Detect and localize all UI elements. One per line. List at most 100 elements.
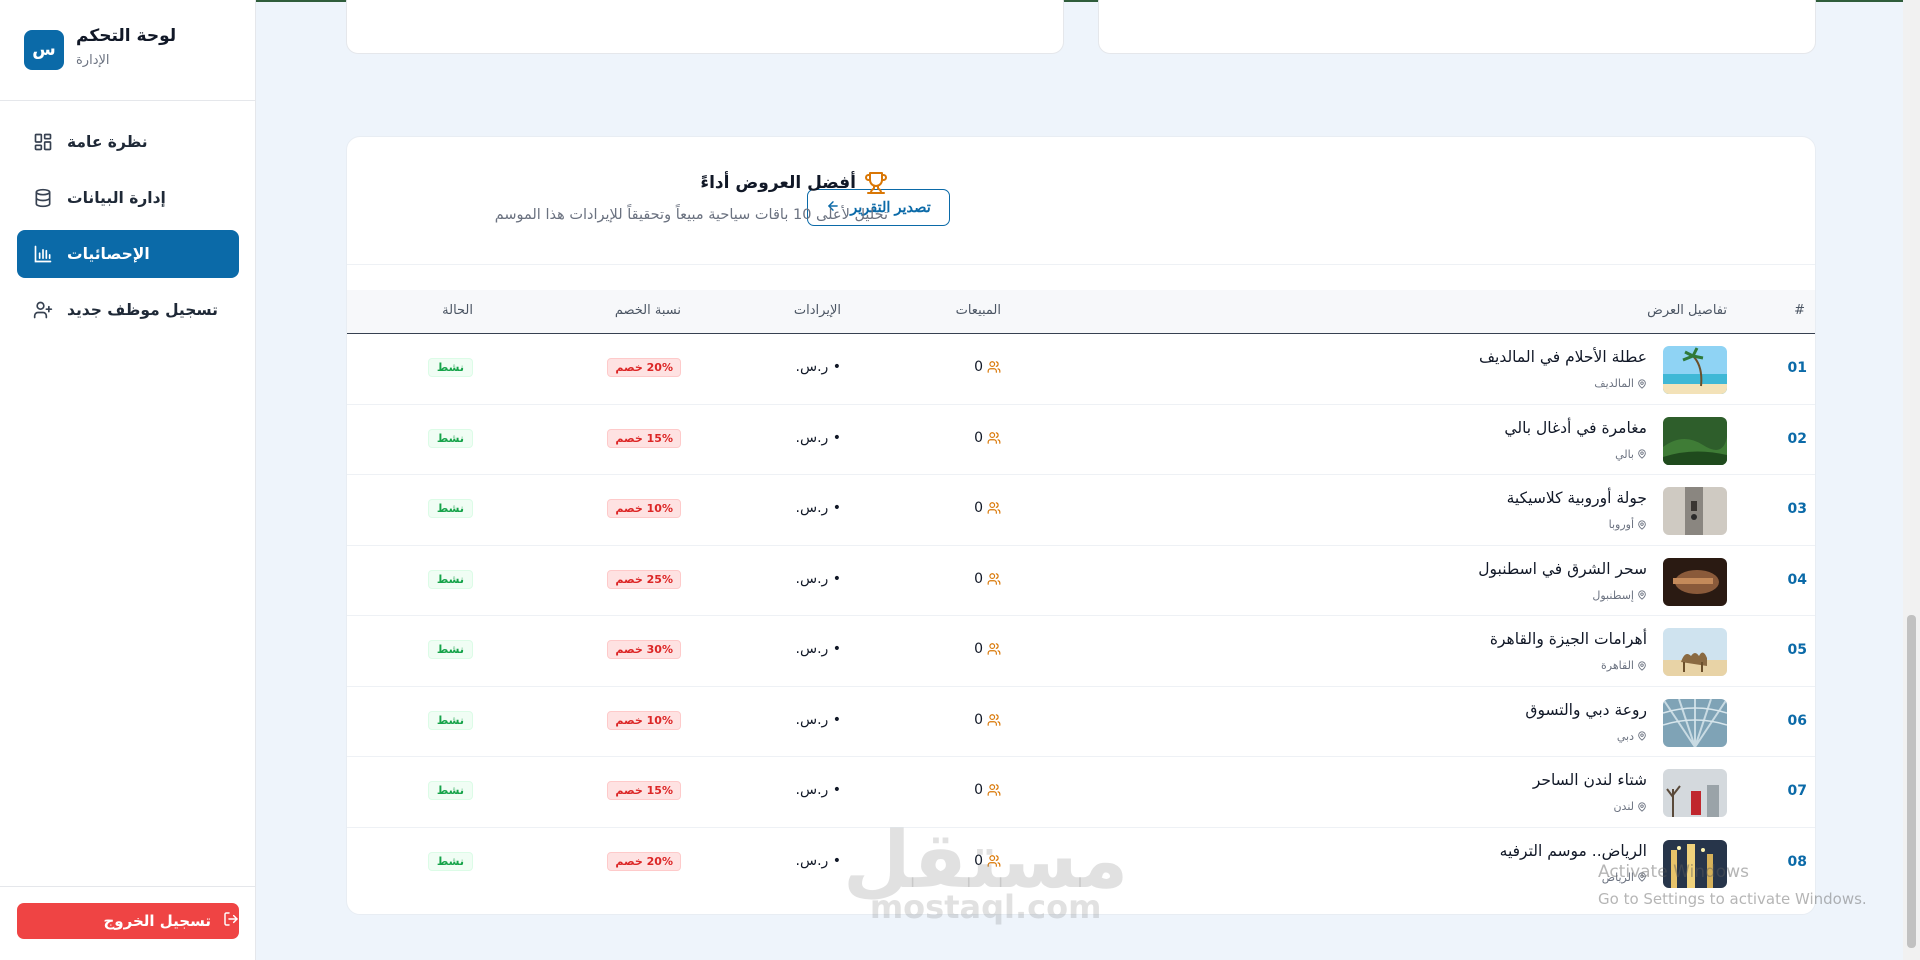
status-badge: نشط bbox=[427, 358, 473, 377]
offer-revenue: • ر.س. bbox=[795, 852, 841, 869]
offer-location: القاهرة bbox=[1601, 659, 1647, 672]
discount-badge: 30% خصم bbox=[607, 640, 681, 659]
offer-thumbnail bbox=[1663, 346, 1727, 394]
table-row: 03 جولة أوروبية كلاسيكية أوروبا 0 • ر.س.… bbox=[347, 475, 1815, 546]
discount-badge: 15% خصم bbox=[607, 428, 681, 448]
offer-sales: 0 bbox=[974, 782, 1001, 798]
discount-badge: 25% خصم bbox=[607, 569, 681, 589]
discount-badge: 10% خصم bbox=[607, 710, 681, 730]
offer-revenue: • ر.س. bbox=[795, 782, 841, 798]
page-scrollbar[interactable] bbox=[1903, 0, 1920, 960]
users-icon bbox=[987, 783, 1001, 797]
map-pin-icon bbox=[1637, 449, 1647, 459]
users-icon bbox=[987, 501, 1001, 515]
column-header-discount: نسبة الخصم bbox=[614, 303, 681, 318]
activate-windows-title: Activate Windows bbox=[1598, 862, 1749, 882]
scrollbar-thumb[interactable] bbox=[1907, 615, 1916, 948]
offer-title: عطلة الأحلام في المالديف bbox=[1478, 348, 1647, 366]
map-pin-icon bbox=[1637, 731, 1647, 741]
logout-icon bbox=[223, 911, 239, 931]
status-badge: نشط bbox=[427, 569, 473, 589]
map-pin-icon bbox=[1637, 660, 1647, 671]
offer-revenue: • ر.س. bbox=[795, 500, 841, 516]
sidebar-item-data-management[interactable]: إدارة البيانات bbox=[17, 174, 239, 222]
sidebar-item-overview[interactable]: نظرة عامة bbox=[17, 118, 239, 166]
status-badge: نشط bbox=[427, 428, 473, 448]
table-row: 07 شتاء لندن الساحر لندن 0 • ر.س. 15% خص… bbox=[347, 757, 1815, 828]
offer-location: لندن bbox=[1613, 800, 1647, 813]
sidebar-item-label: الإحصائيات bbox=[67, 245, 150, 263]
column-header-status: الحالة bbox=[442, 303, 473, 318]
offer-sales-value: 0 bbox=[974, 359, 983, 375]
table-row: 04 سحر الشرق في اسطنبول إسطنبول 0 • ر.س.… bbox=[347, 546, 1815, 616]
bar-chart-icon bbox=[33, 244, 53, 264]
offer-location-label: لندن bbox=[1613, 800, 1634, 813]
offer-sales: 0 bbox=[974, 430, 1001, 446]
status-badge: نشط bbox=[427, 499, 473, 518]
sidebar-divider bbox=[0, 886, 256, 887]
logout-button[interactable]: تسجيل الخروج bbox=[17, 903, 239, 939]
offer-location: إسطنبول bbox=[1592, 589, 1647, 602]
map-pin-icon bbox=[1637, 378, 1647, 389]
stats-card-partial bbox=[1098, 0, 1816, 54]
offer-title: سحر الشرق في اسطنبول bbox=[1478, 559, 1647, 578]
sidebar-item-label: تسجيل موظف جديد bbox=[67, 301, 218, 319]
offer-sales: 0 bbox=[974, 853, 1001, 869]
offer-sales: 0 bbox=[974, 641, 1001, 657]
offer-title: شتاء لندن الساحر bbox=[1532, 771, 1647, 789]
database-icon bbox=[33, 188, 53, 208]
table-row: 02 مغامرة في أدغال بالي بالي 0 • ر.س. 15… bbox=[347, 405, 1815, 475]
stats-card-partial bbox=[346, 0, 1064, 54]
column-header-revenue: الإيرادات bbox=[793, 303, 841, 318]
users-icon bbox=[987, 431, 1001, 445]
offer-sales-value: 0 bbox=[974, 500, 983, 516]
offer-location-label: دبي bbox=[1616, 729, 1634, 743]
offer-thumbnail bbox=[1663, 769, 1727, 817]
card-title: أفضل العروض أداءً bbox=[700, 173, 856, 193]
map-pin-icon bbox=[1637, 590, 1647, 600]
offer-sales: 0 bbox=[974, 500, 1001, 516]
offer-revenue: • ر.س. bbox=[795, 359, 841, 375]
discount-badge: 20% خصم bbox=[607, 358, 681, 377]
sidebar-item-register-employee[interactable]: تسجيل موظف جديد bbox=[17, 286, 239, 334]
offer-sales: 0 bbox=[974, 571, 1001, 587]
offer-location: دبي bbox=[1617, 730, 1647, 743]
offer-title: جولة أوروبية كلاسيكية bbox=[1506, 489, 1647, 507]
offer-sales: 0 bbox=[974, 359, 1001, 375]
offer-title: روعة دبي والتسوق bbox=[1525, 700, 1647, 719]
offer-title: أهرامات الجيزة والقاهرة bbox=[1489, 630, 1647, 648]
row-number: 06 bbox=[1787, 712, 1807, 729]
row-number: 07 bbox=[1787, 783, 1807, 799]
offer-sales: 0 bbox=[974, 712, 1001, 728]
sidebar-item-statistics[interactable]: الإحصائيات bbox=[17, 230, 239, 278]
user-plus-icon bbox=[33, 300, 53, 320]
table-row: 05 أهرامات الجيزة والقاهرة القاهرة 0 • ر… bbox=[347, 616, 1815, 687]
status-badge: نشط bbox=[427, 781, 473, 800]
row-number: 02 bbox=[1787, 430, 1807, 447]
table-row: 06 روعة دبي والتسوق دبي 0 • ر.س. 10% خصم… bbox=[347, 687, 1815, 757]
map-pin-icon bbox=[1637, 801, 1647, 812]
brand-avatar: س bbox=[24, 30, 64, 70]
status-badge: نشط bbox=[427, 710, 473, 730]
status-badge: نشط bbox=[427, 851, 473, 871]
offer-revenue: • ر.س. bbox=[795, 429, 841, 446]
top-offers-card: تصدير التقرير أفضل العروض أداءً تحليل لأ… bbox=[346, 136, 1816, 915]
users-icon bbox=[987, 572, 1001, 586]
users-icon bbox=[987, 713, 1001, 727]
row-number: 01 bbox=[1787, 360, 1807, 376]
card-header: تصدير التقرير أفضل العروض أداءً تحليل لأ… bbox=[347, 137, 1815, 265]
trophy-icon bbox=[864, 171, 888, 195]
table-row: 01 عطلة الأحلام في المالديف المالديف 0 •… bbox=[347, 334, 1815, 405]
sidebar-item-label: نظرة عامة bbox=[67, 133, 148, 151]
card-subtitle: تحليل لأعلى 10 باقات سياحية مبيعاً وتحقي… bbox=[494, 207, 888, 223]
column-header-sales: المبيعات bbox=[955, 303, 1001, 318]
discount-badge: 10% خصم bbox=[607, 499, 681, 518]
offer-thumbnail bbox=[1663, 416, 1727, 465]
brand-subtitle: الإدارة bbox=[76, 53, 110, 68]
users-icon bbox=[987, 360, 1001, 374]
sidebar-item-label: إدارة البيانات bbox=[67, 189, 166, 207]
offer-location-label: بالي bbox=[1615, 447, 1634, 461]
sidebar-nav: نظرة عامة إدارة البيانات الإحصائيات تسجي… bbox=[17, 118, 239, 342]
main-content: تصدير التقرير أفضل العروض أداءً تحليل لأ… bbox=[0, 0, 1900, 960]
offer-sales-value: 0 bbox=[974, 570, 983, 587]
